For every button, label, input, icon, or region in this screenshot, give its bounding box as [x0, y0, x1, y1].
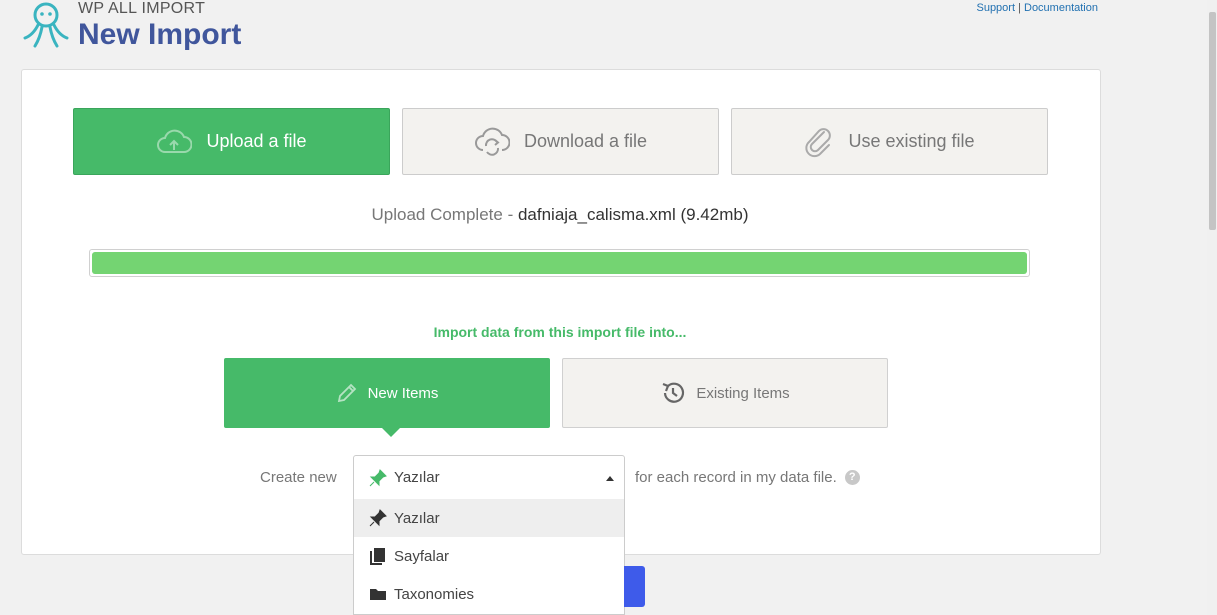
help-icon[interactable]: ?: [844, 470, 860, 485]
upload-status: Upload Complete - dafniaja_calisma.xml (…: [21, 205, 1099, 225]
upload-file-tab[interactable]: Upload a file: [73, 108, 390, 175]
cloud-upload-icon: [157, 129, 193, 153]
post-type-select[interactable]: Yazılar: [353, 455, 625, 500]
post-type-dropdown: Yazılar Sayfalar Taxonomies: [353, 499, 625, 615]
continue-button[interactable]: [624, 566, 645, 607]
support-link[interactable]: Support: [976, 2, 1015, 14]
create-suffix: for each record in my data file. ?: [635, 469, 860, 486]
paperclip-icon: [805, 127, 832, 157]
selected-post-type: Yazılar: [394, 469, 440, 486]
import-target-label: Import data from this import file into..…: [433, 324, 687, 340]
download-file-tab[interactable]: Download a file: [402, 108, 719, 175]
scrollbar-thumb[interactable]: [1209, 12, 1216, 230]
folder-icon: [370, 589, 386, 600]
existing-file-label: Use existing file: [848, 131, 975, 151]
pages-icon: [370, 548, 385, 565]
new-items-label: New Items: [367, 384, 439, 402]
dropdown-option-sayfalar[interactable]: Sayfalar: [354, 537, 624, 575]
option-label: Yazılar: [394, 509, 440, 527]
create-suffix-text: for each record in my data file.: [635, 469, 837, 486]
upload-file-label: Upload a file: [206, 131, 307, 151]
new-items-button[interactable]: New Items: [224, 358, 550, 428]
documentation-link[interactable]: Documentation: [1024, 2, 1098, 14]
option-label: Taxonomies: [394, 585, 475, 603]
pushpin-icon: [369, 468, 387, 486]
pushpin-icon: [369, 509, 387, 527]
upload-status-text: Upload Complete: [371, 205, 503, 224]
dropdown-option-taxonomies[interactable]: Taxonomies: [354, 575, 624, 613]
create-new-label: Create new: [260, 469, 337, 486]
page-header: WP ALL IMPORT New Import Support | Docum…: [0, 0, 1217, 70]
dropdown-option-yazilar[interactable]: Yazılar: [354, 499, 624, 537]
upload-progress-bar: [89, 249, 1030, 277]
status-dash: -: [502, 205, 518, 224]
pencil-icon: [337, 383, 356, 403]
cloud-sync-icon: [474, 127, 510, 156]
existing-items-label: Existing Items: [696, 384, 790, 402]
selection-pointer: [381, 427, 401, 437]
uploaded-filename: dafniaja_calisma.xml (9.42mb): [517, 205, 749, 224]
progress-fill: [92, 252, 1027, 274]
existing-file-tab[interactable]: Use existing file: [731, 108, 1048, 175]
existing-items-button[interactable]: Existing Items: [562, 358, 888, 428]
brand-name: WP ALL IMPORT: [78, 0, 206, 17]
download-file-label: Download a file: [523, 131, 648, 151]
page-title: New Import: [78, 18, 242, 51]
caret-up-icon: [606, 476, 614, 481]
link-separator: |: [1018, 2, 1021, 14]
header-links: Support | Documentation: [960, 2, 1098, 14]
octopus-logo-icon: [23, 2, 69, 48]
history-icon: [662, 382, 685, 403]
option-label: Sayfalar: [394, 547, 450, 565]
